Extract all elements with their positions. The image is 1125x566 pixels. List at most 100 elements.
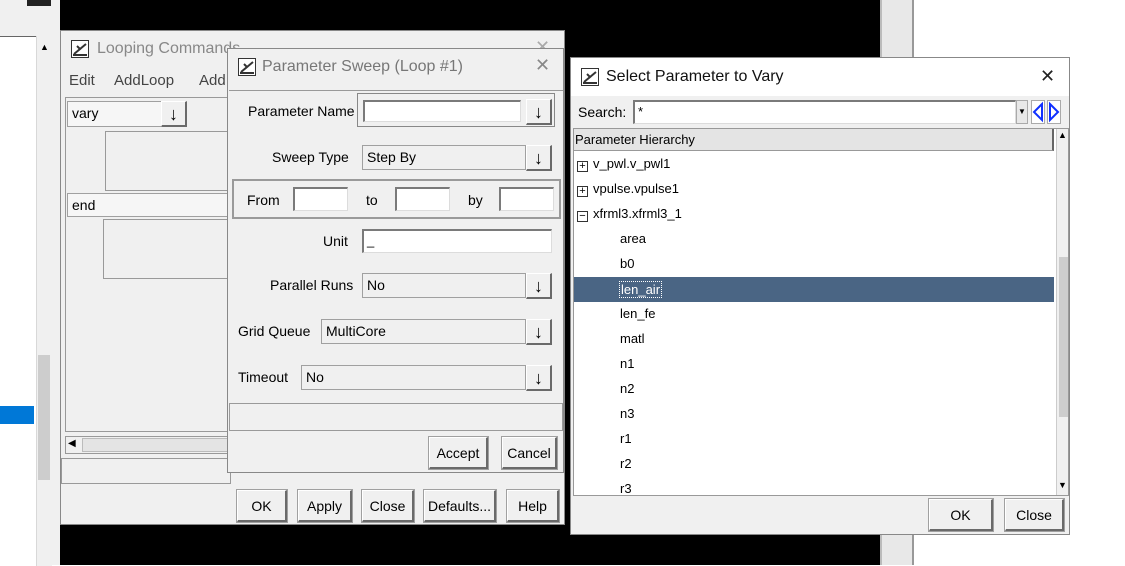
to-input[interactable] xyxy=(395,187,450,211)
close-button[interactable]: Close xyxy=(362,490,414,522)
app-icon xyxy=(71,40,89,58)
by-label: by xyxy=(468,192,483,208)
grid-queue-select[interactable]: MultiCore xyxy=(321,319,526,344)
tree-node-label: v_pwl.v_pwl1 xyxy=(593,156,671,171)
by-input[interactable] xyxy=(499,187,554,211)
parameter-name-label: Parameter Name xyxy=(248,103,355,119)
tree-header: Parameter Hierarchy xyxy=(574,129,1054,151)
menu-addloop[interactable]: AddLoop xyxy=(114,72,174,89)
search-next-icon[interactable] xyxy=(1047,100,1061,124)
to-label: to xyxy=(366,192,378,208)
cancel-button[interactable]: Cancel xyxy=(502,437,557,469)
menu-edit[interactable]: Edit xyxy=(69,72,95,89)
horizontal-scroll-thumb[interactable] xyxy=(82,438,232,452)
expand-icon[interactable]: + xyxy=(577,161,588,172)
parameter-name-input[interactable] xyxy=(363,100,521,122)
search-prev-icon[interactable] xyxy=(1031,100,1045,124)
help-button[interactable]: Help xyxy=(507,490,559,522)
tree-leaf[interactable]: b0 xyxy=(620,256,634,271)
search-label: Search: xyxy=(578,104,627,120)
ok-button[interactable]: OK xyxy=(237,490,287,522)
tree-scroll-thumb[interactable] xyxy=(1059,257,1068,417)
arrow-down-icon: ↓ xyxy=(534,321,543,342)
parameter-sweep-window: Parameter Sweep (Loop #1) ✕ Parameter Na… xyxy=(227,48,564,473)
select-close-button[interactable]: Close xyxy=(1005,499,1064,531)
sweep-type-select[interactable]: Step By xyxy=(362,145,526,170)
menu-add[interactable]: Add xyxy=(199,72,226,89)
parallel-runs-value: No xyxy=(367,277,385,293)
scroll-up-arrow[interactable]: ▲ xyxy=(1058,130,1067,140)
select-parameter-window: Select Parameter to Vary ✕ Search: * ▼ P… xyxy=(570,57,1070,535)
arrow-down-icon: ↓ xyxy=(534,275,543,296)
tree-node[interactable]: + v_pwl.v_pwl1 xyxy=(577,156,670,172)
search-dropdown-button[interactable]: ▼ xyxy=(1016,100,1028,124)
scroll-up-arrow[interactable]: ▲ xyxy=(37,37,52,57)
background-left-white-strip xyxy=(0,36,36,566)
scroll-down-arrow[interactable]: ▼ xyxy=(1058,480,1067,490)
timeout-select[interactable]: No xyxy=(301,365,526,390)
timeout-label: Timeout xyxy=(238,369,289,385)
sweep-type-dropdown[interactable]: ↓ xyxy=(526,145,552,171)
background-left-scroll-track[interactable] xyxy=(36,36,52,566)
horizontal-scrollbar[interactable]: ◀ xyxy=(65,436,235,454)
background-left-line xyxy=(0,36,36,37)
tree-leaf-selected[interactable]: len_air xyxy=(619,281,663,298)
arrow-down-icon: ↓ xyxy=(534,101,543,122)
tree-node[interactable]: − xfrml3.xfrml3_1 xyxy=(577,206,682,222)
from-input[interactable] xyxy=(293,187,348,211)
select-ok-label: OK xyxy=(950,506,971,523)
select-close-icon[interactable]: ✕ xyxy=(1040,66,1055,87)
tree-leaf[interactable]: r3 xyxy=(620,481,632,495)
parallel-runs-dropdown[interactable]: ↓ xyxy=(526,273,552,299)
arrow-down-icon: ↓ xyxy=(534,147,543,168)
parallel-runs-select[interactable]: No xyxy=(362,273,526,298)
end-row[interactable]: end xyxy=(67,193,235,217)
expand-icon[interactable]: + xyxy=(577,186,588,197)
parameter-name-dropdown[interactable]: ↓ xyxy=(526,99,552,125)
unit-input[interactable]: _ xyxy=(362,229,552,253)
vary-row[interactable]: vary xyxy=(67,101,162,127)
arrow-down-icon: ↓ xyxy=(534,367,543,388)
tree-leaf[interactable]: n3 xyxy=(620,406,634,421)
tree-vertical-scrollbar[interactable]: ▲ ▼ xyxy=(1056,129,1068,495)
grid-queue-label: Grid Queue xyxy=(238,323,311,339)
timeout-dropdown[interactable]: ↓ xyxy=(526,365,552,391)
scroll-left-arrow[interactable]: ◀ xyxy=(68,438,76,449)
tree-leaf[interactable]: n2 xyxy=(620,381,634,396)
defaults-button[interactable]: Defaults... xyxy=(424,490,496,522)
timeout-value: No xyxy=(306,369,324,385)
background-left-scroll-thumb[interactable] xyxy=(38,355,50,480)
arrow-down-icon: ↓ xyxy=(169,103,178,124)
tree-node[interactable]: + vpulse.vpulse1 xyxy=(577,181,679,197)
help-label: Help xyxy=(518,497,547,514)
tree-leaf[interactable]: len_fe xyxy=(620,306,655,321)
ok-label: OK xyxy=(251,497,272,514)
search-input[interactable]: * xyxy=(633,100,1016,124)
app-icon xyxy=(581,68,599,86)
tree-leaf[interactable]: area xyxy=(620,231,646,246)
looping-status-bar xyxy=(61,458,231,484)
defaults-label: Defaults... xyxy=(427,497,492,514)
apply-label: Apply xyxy=(306,497,343,514)
parameter-tree: Parameter Hierarchy + v_pwl.v_pwl1 + vpuls… xyxy=(573,128,1069,496)
tree-leaf[interactable]: n1 xyxy=(620,356,634,371)
select-ok-button[interactable]: OK xyxy=(929,499,993,531)
end-label: end xyxy=(72,197,96,213)
sweep-type-label: Sweep Type xyxy=(272,149,349,165)
close-label: Close xyxy=(369,497,406,514)
select-close-label: Close xyxy=(1016,506,1052,523)
end-body-box xyxy=(103,219,235,279)
accept-button[interactable]: Accept xyxy=(429,437,488,469)
tree-leaf[interactable]: matl xyxy=(620,331,645,346)
unit-label: Unit xyxy=(323,233,348,249)
grid-queue-dropdown[interactable]: ↓ xyxy=(526,319,552,345)
apply-button[interactable]: Apply xyxy=(298,490,352,522)
collapse-icon[interactable]: − xyxy=(577,211,588,222)
sweep-close-icon[interactable]: ✕ xyxy=(535,55,550,76)
cancel-label: Cancel xyxy=(507,444,551,461)
vary-dropdown-button[interactable]: ↓ xyxy=(161,101,187,127)
select-window-title: Select Parameter to Vary xyxy=(606,68,784,85)
sweep-type-value: Step By xyxy=(367,149,417,165)
tree-leaf[interactable]: r2 xyxy=(620,456,632,471)
tree-leaf[interactable]: r1 xyxy=(620,431,632,446)
